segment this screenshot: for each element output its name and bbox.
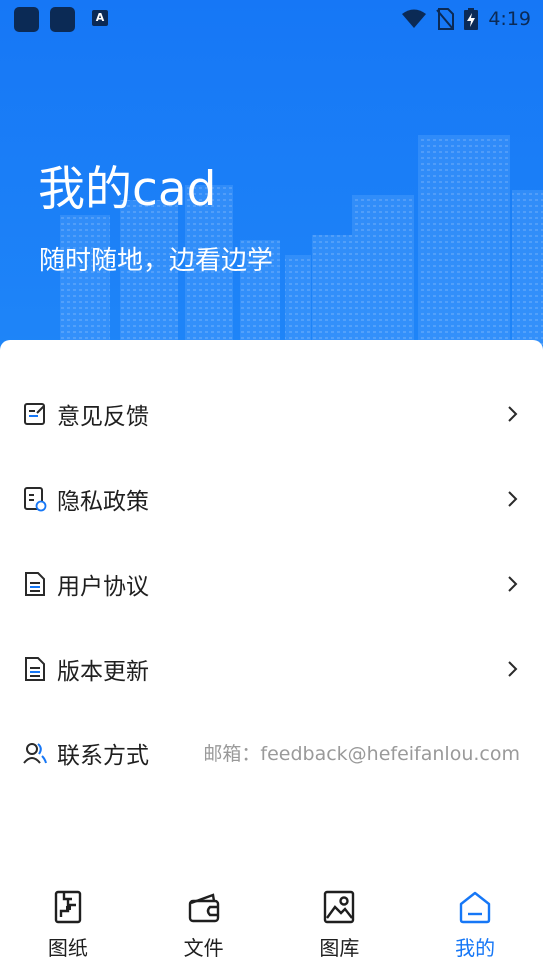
page-title: 我的cad [38, 162, 217, 217]
status-bar: A 4:19 [0, 0, 543, 38]
menu-item-user-agreement[interactable]: 用户协议 [0, 541, 543, 626]
tab-label: 我的 [455, 936, 496, 960]
document-icon [25, 571, 45, 596]
bottom-tab-bar: 图纸 文件 图库 我的 [0, 875, 543, 967]
tab-label: 文件 [183, 936, 224, 960]
tab-gallery[interactable]: 图库 [272, 875, 408, 967]
feedback-icon [24, 402, 45, 425]
chevron-right-icon [508, 575, 518, 592]
contact-icon [23, 742, 47, 764]
tab-label: 图库 [319, 936, 360, 960]
menu-item-privacy[interactable]: 隐私政策 [0, 456, 543, 541]
document-icon [25, 656, 45, 681]
no-sim-icon [436, 8, 455, 30]
menu-item-contact[interactable]: 联系方式 邮箱：feedback@hefeifanlou.com [0, 710, 543, 795]
page-subtitle: 随时随地，边看边学 [39, 246, 274, 276]
menu-item-label: 联系方式 [57, 742, 149, 769]
chevron-right-icon [508, 660, 518, 677]
menu-item-label: 隐私政策 [57, 488, 149, 515]
a-icon: A [92, 10, 108, 26]
home-icon [459, 891, 491, 924]
settings-menu-card: 意见反馈 隐私政策 用户协议 版本更新 联系方式 邮箱：feedback@hef… [0, 340, 543, 967]
chevron-right-icon [508, 490, 518, 507]
gallery-icon [324, 890, 355, 924]
wallet-icon [188, 893, 219, 923]
tab-label: 图纸 [47, 936, 88, 960]
app-icon [50, 7, 75, 32]
tab-mine[interactable]: 我的 [407, 875, 543, 967]
menu-item-feedback[interactable]: 意见反馈 [0, 371, 543, 456]
tab-files[interactable]: 文件 [136, 875, 272, 967]
tab-drawings[interactable]: 图纸 [0, 875, 136, 967]
menu-item-label: 版本更新 [57, 658, 149, 685]
chevron-right-icon [508, 405, 518, 422]
menu-item-label: 意见反馈 [57, 403, 149, 430]
status-time: 4:19 [488, 8, 531, 30]
drawing-icon [54, 890, 82, 924]
app-icon [14, 7, 39, 32]
battery-charging-icon [464, 8, 479, 30]
contact-email[interactable]: 邮箱：feedback@hefeifanlou.com [203, 739, 520, 766]
privacy-icon [24, 486, 47, 511]
menu-item-version-update[interactable]: 版本更新 [0, 626, 543, 711]
menu-item-label: 用户协议 [57, 573, 149, 600]
profile-header: A 4:19 我的cad 随时随地，边看边学 [0, 0, 543, 372]
wifi-icon [402, 9, 427, 28]
